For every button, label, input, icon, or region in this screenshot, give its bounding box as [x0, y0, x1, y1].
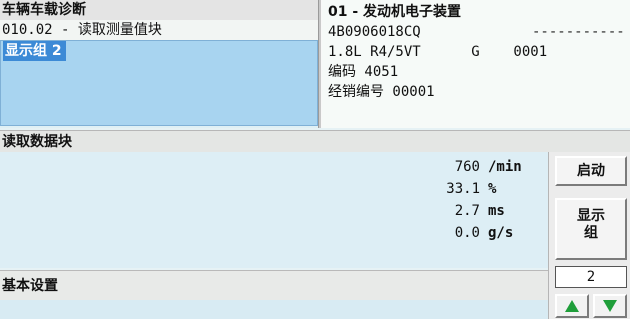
measurement-value: 33.1: [446, 181, 480, 197]
ecu-dashes: -----------: [532, 24, 625, 40]
measurement-row: 760 /min: [400, 156, 560, 178]
ecu-address: 01 - 发动机电子装置: [328, 4, 462, 20]
display-group-button[interactable]: 显示 组: [555, 198, 627, 260]
start-button[interactable]: 启动: [555, 156, 627, 186]
function-line: 010.02 - 读取测量值块: [0, 20, 318, 40]
measurement-row: 2.7 ms: [400, 200, 560, 222]
ecu-dealer-number: 经销编号 00001: [328, 84, 435, 100]
control-column: 启动 显示 组 2: [548, 152, 630, 319]
measurement-value: 0.0: [454, 225, 480, 241]
ecu-engine-info: 1.8L R4/5VT G 0001: [328, 44, 548, 60]
display-group-button-label-2: 组: [584, 225, 598, 241]
measurement-unit: %: [488, 181, 497, 197]
basic-setting-label: 基本设置: [0, 270, 548, 300]
ecu-coding: 编码 4051: [328, 64, 399, 80]
measurement-unit: g/s: [488, 225, 514, 241]
group-number-field[interactable]: 2: [555, 266, 627, 288]
group-up-button[interactable]: [555, 294, 589, 318]
group-down-button[interactable]: [593, 294, 627, 318]
measurement-value: 2.7: [454, 203, 480, 219]
bottom-strip: [0, 300, 548, 319]
arrow-down-icon: [603, 300, 617, 312]
measurement-area: 760 /min 33.1 % 2.7 ms 0.0 g/s: [0, 152, 548, 268]
display-group-list[interactable]: 显示组 2: [0, 40, 318, 126]
measurement-row: 0.0 g/s: [400, 222, 560, 244]
app-title: 车辆车载诊断: [0, 0, 318, 20]
measurement-unit: /min: [488, 159, 522, 175]
display-group-item[interactable]: 显示组 2: [3, 41, 66, 61]
ecu-part-number: 4B0906018CQ: [328, 24, 421, 40]
diagnosis-panel: 车辆车载诊断 010.02 - 读取测量值块 显示组 2: [0, 0, 318, 128]
section-title: 读取数据块: [0, 130, 630, 152]
display-group-button-label: 显示: [577, 208, 605, 224]
measurement-row: 33.1 %: [400, 178, 560, 200]
measurement-unit: ms: [488, 203, 505, 219]
arrow-up-icon: [565, 300, 579, 312]
measurement-value: 760: [454, 159, 480, 175]
ecu-info-panel: 01 - 发动机电子装置 4B0906018CQ ----------- 1.8…: [322, 0, 630, 128]
